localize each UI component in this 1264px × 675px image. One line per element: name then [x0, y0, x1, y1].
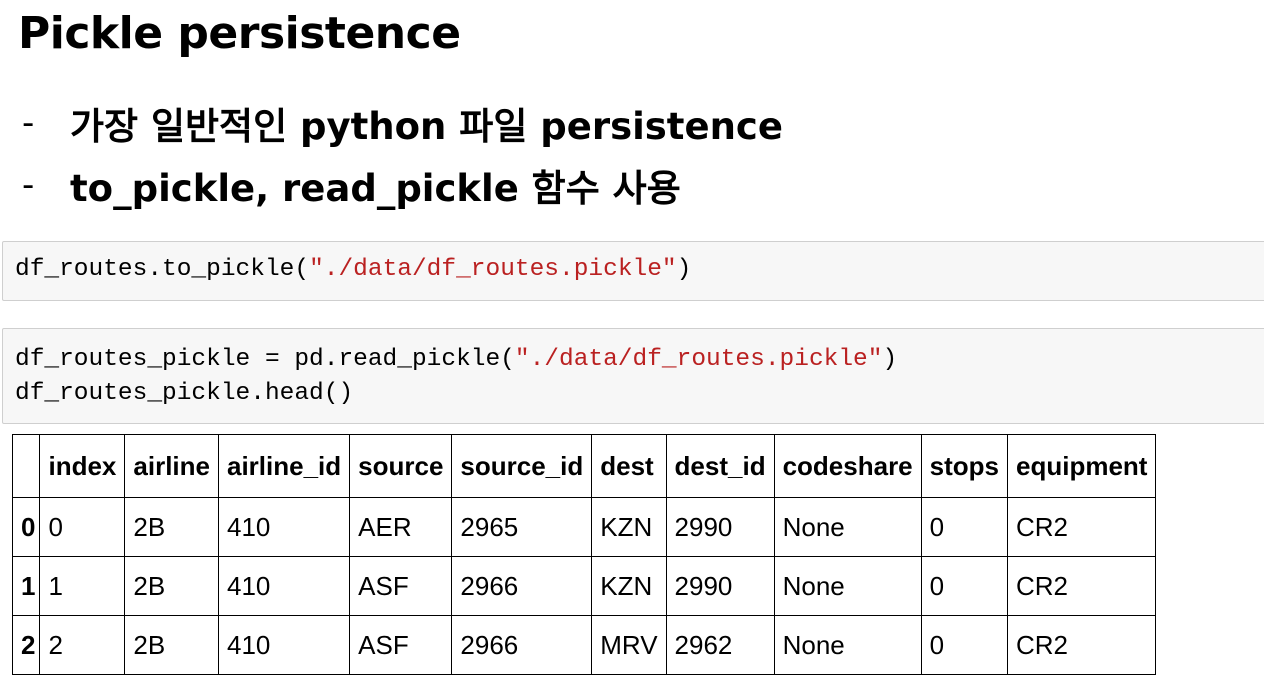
table-row: 0 0 2B 410 AER 2965 KZN 2990 None 0 CR2	[11, 497, 1157, 557]
table-cell: 2966	[451, 615, 593, 675]
table-cell: KZN	[591, 497, 667, 557]
table-cell: 2B	[124, 556, 219, 616]
code-line: df_routes_pickle = pd.read_pickle("./dat…	[15, 343, 1264, 377]
table-cell: KZN	[591, 556, 667, 616]
table-cell: 2990	[665, 497, 775, 557]
bullet-list: - 가장 일반적인 python 파일 persistence - to_pic…	[22, 92, 783, 216]
column-header: index	[39, 434, 126, 498]
column-header: equipment	[1006, 434, 1157, 498]
table-cell: CR2	[1006, 556, 1157, 616]
column-header: source	[349, 434, 453, 498]
column-header: dest	[591, 434, 667, 498]
table-cell: CR2	[1006, 615, 1157, 675]
bullet-text: 가장 일반적인 python 파일 persistence	[70, 105, 783, 148]
table-cell: ASF	[349, 556, 453, 616]
code-line: df_routes_pickle.head()	[15, 380, 354, 407]
column-header: stops	[920, 434, 1009, 498]
table-cell: None	[773, 556, 922, 616]
column-header: airline_id	[217, 434, 351, 498]
table-row: 2 2 2B 410 ASF 2966 MRV 2962 None 0 CR2	[11, 615, 1157, 675]
bullet-item: - to_pickle, read_pickle 함수 사용	[22, 154, 783, 216]
code-text: )	[882, 346, 898, 373]
table-cell: 2966	[451, 556, 593, 616]
table-cell: 0	[920, 556, 1009, 616]
table-cell: None	[773, 615, 922, 675]
bullet-dash: -	[22, 165, 35, 205]
table-cell: AER	[349, 497, 453, 557]
table-cell: None	[773, 497, 922, 557]
table-cell: 2B	[124, 497, 219, 557]
table-cell: 2962	[665, 615, 775, 675]
table-cell: 0	[920, 615, 1009, 675]
bullet-text: to_pickle, read_pickle 함수 사용	[70, 167, 681, 210]
code-cell-read-pickle[interactable]: df_routes_pickle = pd.read_pickle("./dat…	[2, 328, 1264, 424]
table-row: 1 1 2B 410 ASF 2966 KZN 2990 None 0 CR2	[11, 556, 1157, 616]
table-cell: 410	[217, 497, 351, 557]
column-header: codeshare	[773, 434, 922, 498]
code-string: "./data/df_routes.pickle"	[309, 256, 677, 283]
header-row: index airline airline_id source source_i…	[11, 434, 1157, 498]
code-cell-to-pickle[interactable]: df_routes.to_pickle("./data/df_routes.pi…	[2, 241, 1264, 301]
table-cell: 2B	[124, 615, 219, 675]
bullet-item: - 가장 일반적인 python 파일 persistence	[22, 92, 783, 154]
code-text: df_routes_pickle = pd.read_pickle(	[15, 346, 515, 373]
code-text: df_routes.to_pickle(	[15, 256, 310, 283]
table-cell: ASF	[349, 615, 453, 675]
row-index: 1	[11, 556, 41, 616]
dataframe-output: index airline airline_id source source_i…	[11, 434, 1157, 675]
column-header: airline	[124, 434, 219, 498]
table-cell: 2990	[665, 556, 775, 616]
row-index: 0	[11, 497, 41, 557]
table-cell: 410	[217, 556, 351, 616]
table-cell: 1	[39, 556, 126, 616]
table-cell: 0	[39, 497, 126, 557]
code-text: )	[676, 256, 692, 283]
slide-title: Pickle persistence	[18, 8, 461, 59]
table-cell: 410	[217, 615, 351, 675]
table-cell: 0	[920, 497, 1009, 557]
table-cell: 2	[39, 615, 126, 675]
row-index: 2	[11, 615, 41, 675]
code-string: "./data/df_routes.pickle"	[514, 346, 883, 373]
table-cell: MRV	[591, 615, 667, 675]
table-cell: 2965	[451, 497, 593, 557]
corner-header	[11, 434, 41, 498]
column-header: dest_id	[665, 434, 775, 498]
column-header: source_id	[451, 434, 593, 498]
table-cell: CR2	[1006, 497, 1157, 557]
bullet-dash: -	[22, 103, 35, 143]
